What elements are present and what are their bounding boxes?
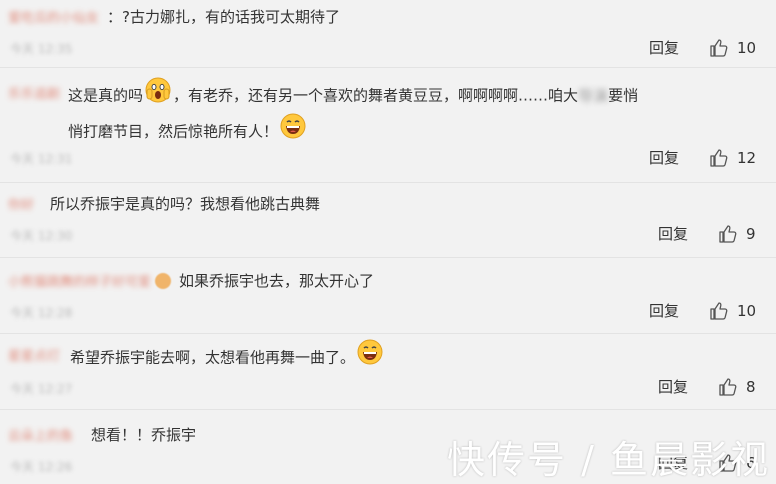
comment-actions: 回复 10: [649, 300, 756, 321]
username[interactable]: 乐乐追剧: [8, 83, 60, 102]
comment-time: 今天 12:35: [10, 42, 73, 56]
username[interactable]: 你好: [8, 194, 34, 213]
comment-text: 所以乔振宇是真的吗？我想看他跳古典舞: [50, 195, 321, 213]
comment-item: 你好 所以乔振宇是真的吗？我想看他跳古典舞 今天 12:30 回复 9: [0, 183, 776, 258]
comment-item: 乐乐追剧 这是真的吗 ，有老乔，还有另一个喜欢的舞者黄豆豆，啊啊啊啊……咱大导演要…: [0, 68, 776, 183]
comment-text: 悄打磨节目，然后惊艳所有人！: [68, 122, 279, 141]
comment-text: ，有老乔，还有另一个喜欢的舞者黄豆豆，啊啊啊啊……咱大: [173, 86, 579, 105]
like-count: 10: [737, 38, 757, 57]
like-button[interactable]: 12: [709, 148, 756, 168]
reply-button[interactable]: 回复: [658, 376, 688, 397]
like-button[interactable]: 9: [718, 224, 756, 244]
blurred-text: 导演: [578, 86, 609, 105]
comment-text: 希望乔振宇能去啊，太想看他再舞一曲了。: [70, 348, 356, 367]
screaming-face-icon: [145, 77, 171, 113]
laughing-face-icon: [357, 339, 383, 375]
like-count: 9: [746, 224, 756, 243]
username[interactable]: 星星点灯: [8, 345, 60, 364]
comment-time: 今天 12:30: [10, 229, 73, 243]
comment-actions: 回复 8: [658, 376, 756, 397]
comment-actions: 回复 10: [649, 37, 756, 58]
like-count: 8: [746, 377, 756, 396]
like-button[interactable]: 8: [718, 377, 756, 397]
thumbs-up-icon: [710, 301, 728, 320]
like-count: 10: [737, 301, 757, 320]
comment-actions: 回复 9: [658, 223, 756, 244]
thumbs-up-icon: [710, 38, 728, 57]
reply-button[interactable]: 回复: [649, 37, 679, 58]
comment-time: 今天 12:31: [10, 152, 73, 166]
laughing-face-icon: [280, 113, 306, 149]
comment-time: 今天 12:27: [10, 382, 73, 396]
thumbs-up-icon: [719, 224, 737, 243]
reply-button[interactable]: 回复: [658, 223, 688, 244]
reply-button[interactable]: 回复: [649, 300, 679, 321]
username[interactable]: 爱吃瓜的小仙女: [8, 7, 99, 26]
username[interactable]: 云朵上的鱼: [8, 425, 73, 444]
comment-actions: 回复 12: [649, 147, 756, 168]
comment-text: 这是真的吗: [68, 86, 144, 105]
like-count: 12: [737, 148, 757, 167]
username[interactable]: 小熊猫跳舞的样子好可爱: [8, 271, 151, 290]
comment-item: 爱吃瓜的小仙女 ：?古力娜扎，有的话我可太期待了 今天 12:35 回复 10: [0, 0, 776, 68]
comment-time: 今天 12:28: [10, 306, 73, 320]
comment-item: 星星点灯 希望乔振宇能去啊，太想看他再舞一曲了。 今天 12:27 回复 8: [0, 334, 776, 410]
comment-time: 今天 12:26: [10, 460, 73, 474]
comment-text: 如果乔振宇也去，那太开心了: [179, 272, 375, 290]
thumbs-up-icon: [710, 148, 728, 167]
user-badge: [155, 273, 172, 289]
comment-text: ：?古力娜扎，有的话我可太期待了: [107, 8, 340, 26]
reply-button[interactable]: 回复: [649, 147, 679, 168]
comment-text: 想看！！乔振宇: [91, 426, 197, 444]
comment-text: 要悄: [608, 86, 639, 105]
like-button[interactable]: 10: [709, 38, 756, 58]
comment-text-block: 这是真的吗 ，有老乔，还有另一个喜欢的舞者黄豆豆，啊啊啊啊……咱大导演要悄 悄打磨…: [68, 77, 639, 150]
like-button[interactable]: 10: [709, 301, 756, 321]
comment-item: 小熊猫跳舞的样子好可爱 如果乔振宇也去，那太开心了 今天 12:28 回复 10: [0, 258, 776, 334]
thumbs-up-icon: [719, 377, 737, 396]
